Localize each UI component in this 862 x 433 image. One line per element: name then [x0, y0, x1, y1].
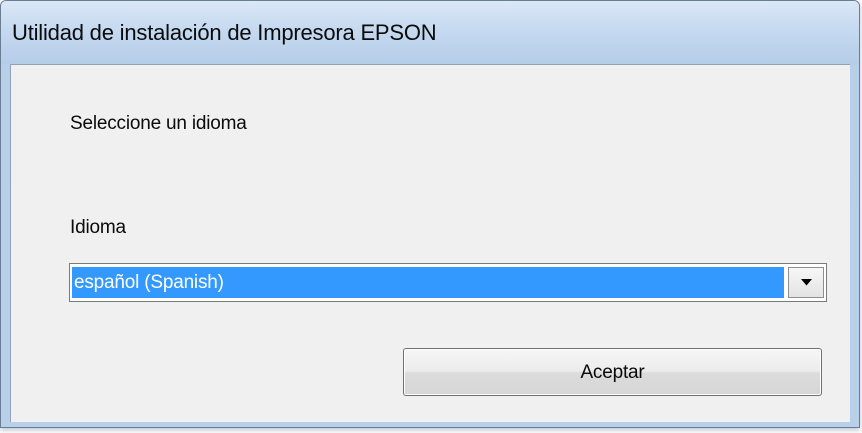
chevron-down-icon	[800, 279, 812, 286]
language-select[interactable]: español (Spanish)	[69, 263, 827, 302]
window-title: Utilidad de instalación de Impresora EPS…	[12, 20, 437, 45]
select-language-prompt: Seleccione un idioma	[70, 113, 247, 134]
language-select-value[interactable]: español (Spanish)	[72, 267, 784, 298]
accept-button[interactable]: Aceptar	[403, 348, 822, 396]
installer-window: Utilidad de instalación de Impresora EPS…	[0, 0, 860, 428]
title-bar[interactable]: Utilidad de instalación de Impresora EPS…	[1, 1, 859, 64]
dialog-content: Seleccione un idioma Idioma español (Spa…	[10, 64, 850, 422]
dropdown-button[interactable]	[788, 267, 824, 298]
language-label: Idioma	[70, 217, 126, 238]
